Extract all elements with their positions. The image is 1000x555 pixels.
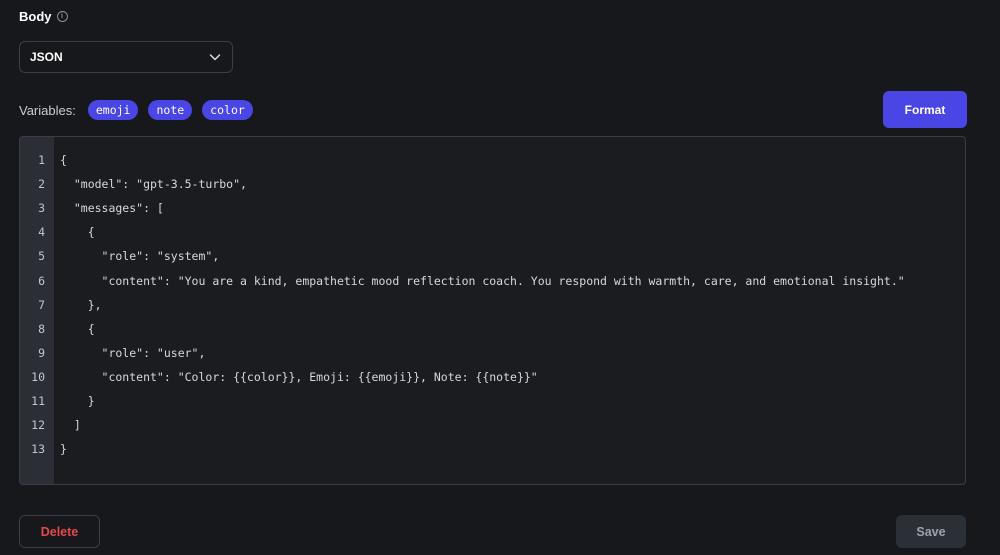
code-line: "model": "gpt-3.5-turbo", (60, 177, 247, 192)
variable-chip-color[interactable]: color (202, 100, 253, 120)
code-line: ] (60, 418, 81, 433)
code-line: "content": "You are a kind, empathetic m… (60, 273, 905, 288)
line-number: 3 (38, 201, 45, 216)
line-number: 13 (31, 442, 45, 457)
code-line: }, (60, 297, 102, 312)
line-number: 1 (38, 153, 45, 167)
info-icon[interactable]: i (56, 11, 68, 22)
line-number: 2 (38, 177, 45, 192)
code-line: { (60, 321, 95, 336)
delete-button[interactable]: Delete (19, 515, 100, 548)
code-line: { (60, 153, 67, 167)
variable-chip-emoji[interactable]: emoji (87, 100, 139, 120)
code-line: } (60, 442, 67, 457)
line-number: 9 (38, 345, 45, 360)
variables-label: Variables: (19, 102, 76, 118)
code-line: "role": "user", (60, 345, 206, 360)
code-line: "role": "system", (60, 249, 220, 264)
body-section-label: Body i (19, 9, 68, 24)
code-line: "messages": [ (60, 201, 164, 216)
body-format-select[interactable]: JSON (19, 41, 233, 73)
variables-row: Variables: emoji note color (19, 100, 253, 120)
chevron-down-icon (209, 54, 221, 61)
line-number: 7 (38, 297, 45, 312)
line-number: 12 (31, 418, 45, 433)
line-number: 4 (38, 225, 45, 240)
select-value: JSON (30, 50, 63, 64)
format-button[interactable]: Format (883, 91, 967, 128)
line-number-gutter: 1 2 3 4 5 6 7 8 9 10 11 12 13 (20, 137, 54, 484)
line-number: 6 (38, 273, 45, 288)
line-number: 11 (31, 394, 45, 408)
variable-chip-note[interactable]: note (148, 100, 193, 120)
code-line: "content": "Color: {{color}}, Emoji: {{e… (60, 369, 538, 384)
save-button[interactable]: Save (896, 515, 966, 548)
line-number: 8 (38, 321, 45, 336)
line-number: 5 (38, 249, 45, 264)
code-editor[interactable]: 1 2 3 4 5 6 7 8 9 10 11 12 13 { "model": "gpt-3.5-tu… (19, 136, 966, 485)
code-line: } (60, 394, 95, 408)
body-label-text: Body (19, 9, 52, 24)
line-number: 10 (31, 369, 45, 384)
code-line: { (60, 225, 95, 240)
